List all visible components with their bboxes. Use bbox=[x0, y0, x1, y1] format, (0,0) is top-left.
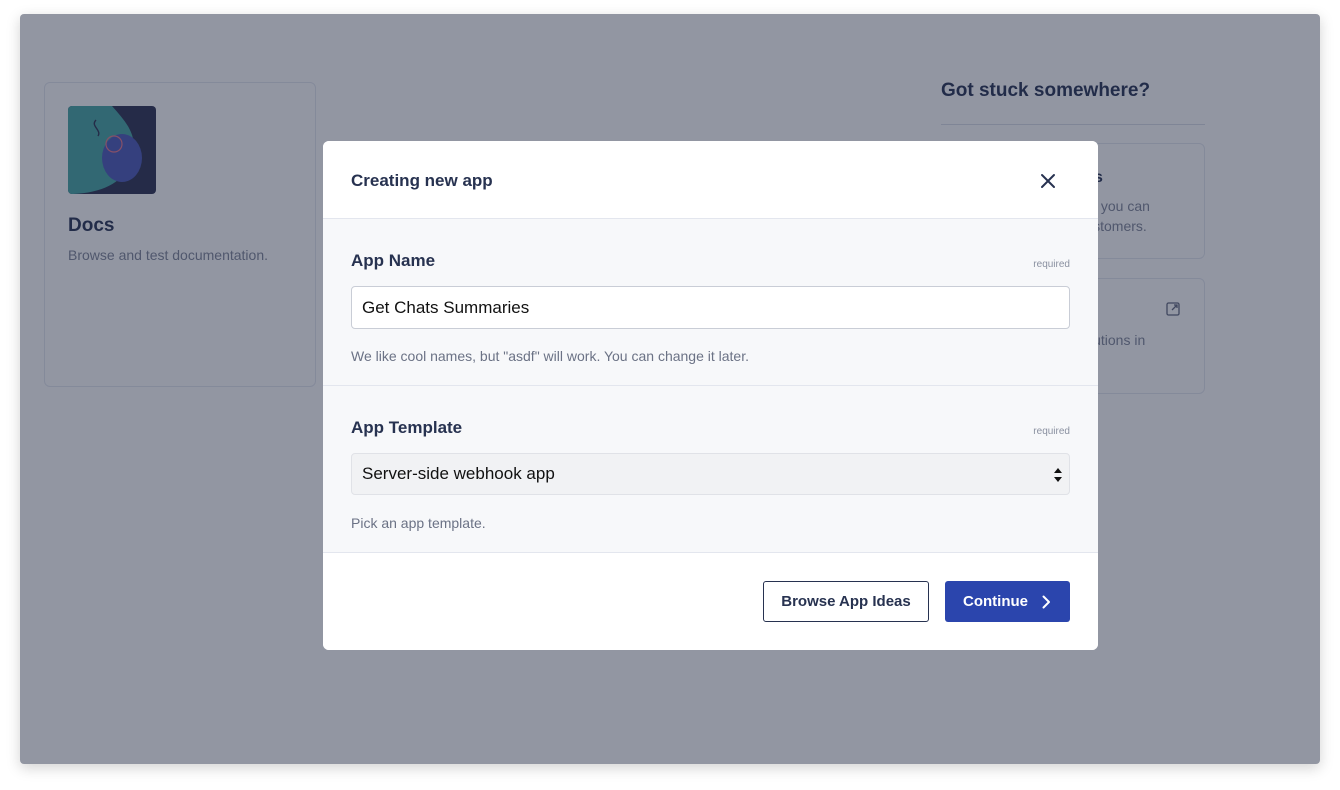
select-arrows-icon bbox=[1054, 468, 1062, 482]
app-name-input[interactable]: Get Chats Summaries bbox=[351, 286, 1070, 329]
continue-button-label: Continue bbox=[963, 593, 1028, 610]
app-template-section: App Template required Server-side webhoo… bbox=[323, 386, 1098, 553]
app-template-help-text: Pick an app template. bbox=[351, 515, 486, 531]
chevron-right-icon bbox=[1042, 595, 1050, 609]
dialog-header: Creating new app bbox=[323, 141, 1098, 219]
close-icon[interactable] bbox=[1036, 169, 1060, 193]
app-template-label: App Template bbox=[351, 418, 463, 437]
app-name-section: App Name required Get Chats Summaries We… bbox=[323, 219, 1098, 386]
dialog-footer: Browse App Ideas Continue bbox=[323, 553, 1098, 650]
app-template-select[interactable]: Server-side webhook app bbox=[351, 453, 1070, 495]
app-name-required-note: required bbox=[1033, 259, 1070, 270]
app-template-required-note: required bbox=[1033, 426, 1070, 437]
create-app-dialog: Creating new app App Name required Get C… bbox=[323, 141, 1098, 650]
continue-button[interactable]: Continue bbox=[945, 581, 1070, 622]
dialog-title: Creating new app bbox=[351, 171, 493, 190]
browse-app-ideas-button[interactable]: Browse App Ideas bbox=[763, 581, 929, 622]
app-name-label: App Name bbox=[351, 251, 436, 270]
app-template-selected-value: Server-side webhook app bbox=[362, 464, 555, 483]
app-name-help-text: We like cool names, but "asdf" will work… bbox=[351, 348, 750, 364]
app-window: Docs Browse and test documentation. Got … bbox=[20, 14, 1320, 764]
